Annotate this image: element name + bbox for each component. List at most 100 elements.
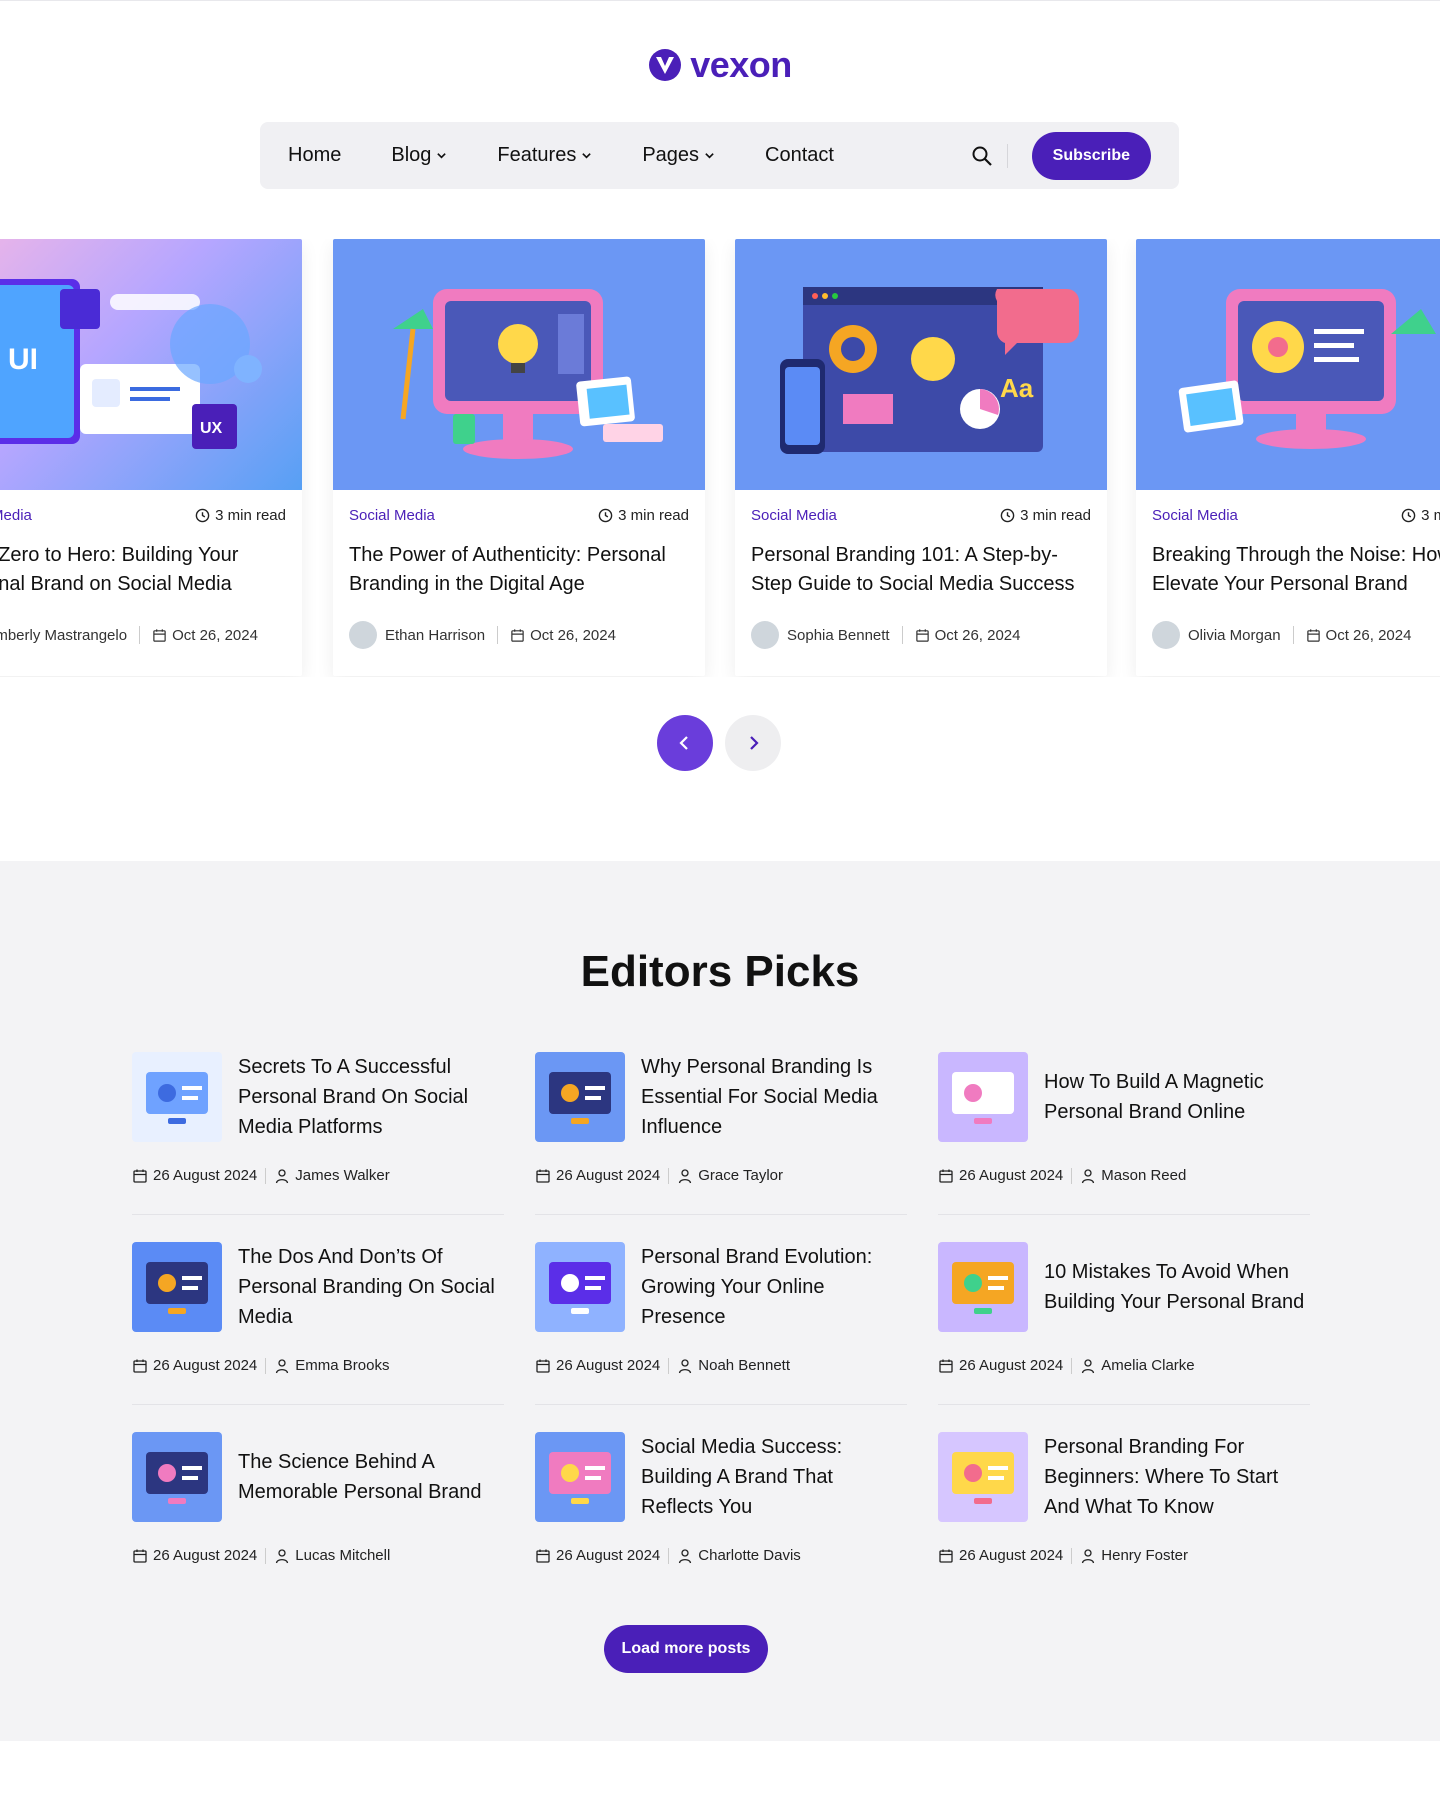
separator [265,1167,267,1184]
category-link[interactable]: Social Media [751,507,837,524]
category-link[interactable]: Social Media [0,507,32,524]
pick-title[interactable]: The Science Behind A Memorable Personal … [238,1447,504,1507]
subscribe-button[interactable]: Subscribe [1031,131,1151,180]
post-card[interactable]: Aa Social Media 3 min read Personal Bran… [735,239,1107,676]
editors-pick-item[interactable]: How To Build A Magnetic Personal Brand O… [938,1052,1310,1215]
read-time: 3 min read [195,507,286,524]
category-link[interactable]: Social Media [349,507,435,524]
calendar-icon [153,628,166,642]
post-card-title[interactable]: From Zero to Hero: Building Your Persona… [0,541,286,599]
editors-pick-item[interactable]: Personal Branding For Beginners: Where T… [938,1432,1310,1595]
post-card-title[interactable]: Breaking Through the Noise: How to Eleva… [1152,541,1440,599]
pick-title[interactable]: Personal Branding For Beginners: Where T… [1044,1432,1310,1522]
read-time: 3 min read [1401,507,1440,524]
pick-meta: 26 August 2024 Noah Bennett [535,1357,907,1374]
illustration-image [938,1242,1028,1332]
separator [1292,626,1294,644]
pick-thumbnail[interactable] [535,1432,625,1522]
category-link[interactable]: Social Media [1152,507,1238,524]
editors-pick-item[interactable]: Personal Brand Evolution: Growing Your O… [535,1242,907,1405]
pick-header: Personal Brand Evolution: Growing Your O… [535,1242,907,1332]
pick-title[interactable]: 10 Mistakes To Avoid When Building Your … [1044,1257,1310,1317]
post-card[interactable]: Social Media 3 min read The Power of Aut… [333,239,705,676]
editors-pick-item[interactable]: The Science Behind A Memorable Personal … [132,1432,504,1595]
post-card[interactable]: Social Media 3 min read Breaking Through… [1136,239,1440,676]
monitor-lightbulb-illustration [393,289,663,459]
pick-title[interactable]: Personal Brand Evolution: Growing Your O… [641,1242,907,1332]
editors-pick-item[interactable]: Social Media Success: Building A Brand T… [535,1432,907,1595]
date-text: Oct 26, 2024 [530,626,616,644]
author-name[interactable]: Sophia Bennett [787,627,890,644]
pick-author[interactable]: Grace Taylor [698,1167,783,1184]
illustration-image [132,1432,222,1522]
svg-text:UI: UI [8,343,38,376]
nav-contact[interactable]: Contact [765,144,834,167]
pick-meta: 26 August 2024 Mason Reed [938,1167,1310,1184]
pick-date: 26 August 2024 [959,1357,1064,1374]
post-date: Oct 26, 2024 [152,627,258,644]
pick-thumbnail[interactable] [938,1052,1028,1142]
carousel-next-button[interactable] [725,715,781,771]
pick-author[interactable]: Lucas Mitchell [295,1547,390,1564]
pick-title[interactable]: Social Media Success: Building A Brand T… [641,1432,907,1522]
pick-thumbnail[interactable] [938,1432,1028,1522]
pick-title[interactable]: Why Personal Branding Is Essential For S… [641,1052,907,1142]
top-border [0,0,1440,1]
featured-carousel: UI UX Social Media 3 min read [0,239,1440,677]
chevron-down-icon [437,153,447,159]
pick-author[interactable]: James Walker [295,1167,389,1184]
pick-author[interactable]: Mason Reed [1101,1167,1186,1184]
author-name[interactable]: Ethan Harrison [385,627,485,644]
carousel-prev-button[interactable] [657,715,713,771]
pick-header: The Dos And Don’ts Of Personal Branding … [132,1242,504,1332]
pick-author[interactable]: Henry Foster [1101,1547,1188,1564]
post-card-image: Aa [735,239,1107,490]
logo[interactable]: vexon [0,44,1440,86]
pick-title[interactable]: How To Build A Magnetic Personal Brand O… [1044,1067,1310,1127]
illustration-image [132,1052,222,1142]
post-date: Oct 26, 2024 [915,627,1021,644]
calendar-icon [939,1169,953,1183]
pick-header: Personal Branding For Beginners: Where T… [938,1432,1310,1522]
pick-thumbnail[interactable] [132,1242,222,1332]
pick-header: The Science Behind A Memorable Personal … [132,1432,504,1522]
post-card-title[interactable]: The Power of Authenticity: Personal Bran… [349,541,689,599]
date-text: Oct 26, 2024 [172,626,258,644]
load-more-button[interactable]: Load more posts [604,1625,768,1673]
pick-author[interactable]: Emma Brooks [295,1357,389,1374]
pick-author[interactable]: Noah Bennett [698,1357,790,1374]
nav-pages[interactable]: Pages [642,144,715,167]
pick-thumbnail[interactable] [132,1052,222,1142]
nav-features[interactable]: Features [497,144,592,167]
ui-ux-illustration: UI UX [0,279,262,449]
nav-label: Blog [391,144,432,166]
pick-author[interactable]: Amelia Clarke [1101,1357,1194,1374]
author-name[interactable]: Kimberly Mastrangelo [0,627,127,644]
illustration-image [132,1242,222,1332]
pick-thumbnail[interactable] [535,1052,625,1142]
divider [132,1404,504,1405]
nav-label: Pages [642,144,700,166]
pick-author[interactable]: Charlotte Davis [698,1547,801,1564]
pick-thumbnail[interactable] [938,1242,1028,1332]
editors-pick-item[interactable]: The Dos And Don’ts Of Personal Branding … [132,1242,504,1405]
nav-home[interactable]: Home [288,144,341,167]
pick-thumbnail[interactable] [132,1432,222,1522]
post-card[interactable]: UI UX Social Media 3 min read [0,239,302,676]
editors-pick-item[interactable]: Why Personal Branding Is Essential For S… [535,1052,907,1215]
search-icon[interactable] [971,145,993,167]
nav-blog[interactable]: Blog [391,144,447,167]
pick-thumbnail[interactable] [535,1242,625,1332]
post-card-title[interactable]: Personal Branding 101: A Step-by-Step Gu… [751,541,1091,599]
editors-pick-item[interactable]: Secrets To A Successful Personal Brand O… [132,1052,504,1215]
read-time-text: 3 min read [618,507,689,524]
clock-icon [1401,508,1416,523]
calendar-icon [1306,628,1320,642]
calendar-icon [915,628,929,642]
editors-pick-item[interactable]: 10 Mistakes To Avoid When Building Your … [938,1242,1310,1405]
separator [1071,1357,1073,1374]
pick-title[interactable]: The Dos And Don’ts Of Personal Branding … [238,1242,504,1332]
author-name[interactable]: Olivia Morgan [1188,627,1281,644]
illustration-image [938,1052,1028,1142]
pick-title[interactable]: Secrets To A Successful Personal Brand O… [238,1052,504,1142]
